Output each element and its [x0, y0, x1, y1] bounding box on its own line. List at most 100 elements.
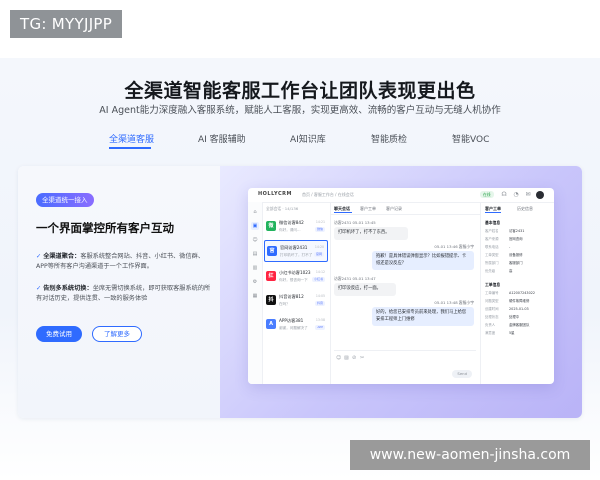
list-item[interactable]: 官 官网访客2431 打印机坏了，打不了 14:20 官网	[264, 240, 328, 262]
active-tab-indicator	[109, 147, 151, 149]
field-row: 满意度 5星	[485, 330, 551, 336]
feature-description: 全渠道统一接入 一个界面掌控所有客户互动 ✓ 全渠道聚合：客服系统整合网站、抖音、…	[18, 166, 220, 418]
watermark-top: TG: MYYJJPP	[10, 10, 123, 38]
headset-icon[interactable]: ☊	[500, 191, 508, 199]
stats-icon[interactable]: ▥	[251, 264, 259, 272]
feature-point-1: ✓ 全渠道聚合：客服系统整合网站、抖音、小红书、微信群、APP等所有客户沟通渠道于…	[36, 252, 214, 272]
tab-history[interactable]: 历史信息	[517, 206, 533, 212]
free-trial-button[interactable]: 免费试用	[36, 326, 82, 342]
conversation-time: 14:12	[315, 270, 325, 274]
conversation-time: 14:20	[314, 245, 324, 249]
conversation-time: 14:05	[315, 294, 325, 298]
chat-tabs: 聊天会话 客户工单 客户记录	[330, 202, 480, 215]
field-label: 工单类型	[485, 253, 499, 257]
field-value: A12007243022	[509, 291, 536, 295]
list-item[interactable]: 微 微信访客842 你好，请问… 14:21 微信	[264, 216, 328, 238]
ticket-icon[interactable]: ▤	[251, 250, 259, 258]
chat-panel: 聊天会话 客户工单 客户记录 访客2431 05-01 13:45 打印机坏了，…	[330, 202, 480, 384]
settings-icon[interactable]: ⚙	[251, 278, 259, 286]
field-row: 处理状态 处理中	[485, 314, 551, 320]
message-meta: 05-01 13:48 客服小宇	[434, 300, 474, 305]
field-row: 工单编号 A12007243022	[485, 290, 551, 296]
list-item[interactable]: A APP访客381 谢谢，问题解决了 13:58 APP	[264, 314, 328, 336]
avatar[interactable]	[536, 191, 544, 199]
conversation-name: 微信访客842	[279, 220, 304, 225]
channel-tag: 抖音	[314, 301, 325, 306]
field-row: 客户姓名 访客2431	[485, 228, 551, 234]
conversation-name: APP访客381	[279, 318, 304, 323]
active-tab-indicator	[334, 212, 352, 213]
field-label: 优先级	[485, 269, 496, 273]
field-value: 高	[509, 269, 513, 273]
conversation-name: 官网访客2431	[280, 245, 308, 250]
tab-records[interactable]: 客户记录	[386, 206, 402, 212]
scissors-icon[interactable]: ✂	[360, 355, 364, 361]
conversation-time: 13:58	[315, 318, 325, 322]
tab-quality-check[interactable]: 智能质检	[371, 132, 407, 145]
feature-tabs: 全渠道客服 AI 客服辅助 AI知识库 智能质检 智能VOC	[95, 132, 505, 150]
xiaohongshu-icon: 红	[266, 271, 276, 281]
tab-omnichannel[interactable]: 全渠道客服	[109, 132, 154, 145]
channel-tag: 微信	[314, 227, 325, 232]
image-icon[interactable]: ▨	[344, 355, 349, 361]
chat-icon[interactable]: ▣	[251, 222, 259, 230]
field-value: 访客2431	[509, 229, 525, 233]
learn-more-button[interactable]: 了解更多	[92, 326, 142, 342]
conversation-preview: 谢谢，问题解决了	[279, 326, 308, 330]
feature-headline: 一个界面掌控所有客户互动	[36, 221, 174, 235]
field-label: 处理状态	[485, 315, 499, 319]
conversation-preview: 打印机坏了，打不了	[280, 253, 313, 257]
field-row: 负责人 金牌客服团队	[485, 322, 551, 328]
website-icon: 官	[267, 246, 277, 256]
tab-ai-knowledge[interactable]: AI知识库	[290, 132, 326, 145]
mail-icon[interactable]: ✉	[524, 191, 532, 199]
conversation-preview: 你好，请问…	[279, 228, 301, 232]
field-value: -	[509, 245, 511, 249]
bell-icon[interactable]: ◔	[512, 191, 520, 199]
field-value: 官网咨询	[509, 237, 523, 241]
field-value: 硬件故障维修	[509, 299, 530, 303]
conversation-name: 抖音访客812	[279, 294, 304, 299]
message-bubble-in: 打印机坏了，打不了东西。	[334, 227, 408, 240]
emoji-icon[interactable]: ☺	[336, 355, 341, 361]
field-value: 2025-01-03	[509, 307, 529, 311]
section-title: 工单信息	[485, 282, 501, 287]
field-label: 所属部门	[485, 261, 499, 265]
active-tab-indicator	[485, 212, 501, 213]
tab-ai-assist[interactable]: AI 客服辅助	[198, 132, 246, 145]
list-item[interactable]: 抖 抖音访客812 在吗？ 14:05 抖音	[264, 290, 328, 312]
status-badge: 在线	[480, 191, 494, 198]
field-label: 联系电话	[485, 245, 499, 249]
app-icon: A	[266, 319, 276, 329]
contacts-icon[interactable]: ☺	[251, 236, 259, 244]
message-bubble-out: 抱歉！是具体错误弹窗显示？比如报错提示、卡纸还是没反应？	[372, 251, 474, 270]
field-row: 工单类型 设备报修	[485, 252, 551, 258]
channel-tag: APP	[315, 325, 325, 330]
message-meta: 访客2431 05-01 13:45	[334, 220, 376, 225]
conversation-preview: 在吗？	[279, 302, 290, 306]
message-composer[interactable]: ☺ ▨ ⊘ ✂ Send	[334, 350, 476, 381]
conversation-preview: 你好，想咨询一下	[279, 278, 308, 282]
nav-rail: ⌂ ▣ ☺ ▤ ▥ ⚙ ▦	[248, 202, 263, 384]
message-bubble-in: 打印没反应，打一面。	[334, 283, 396, 296]
channel-tag: 官网	[313, 252, 324, 257]
list-item[interactable]: 红 小红书访客1023 你好，想咨询一下 14:12 小红书	[264, 266, 328, 288]
field-label: 满意度	[485, 331, 496, 335]
tab-tickets[interactable]: 客户工单	[360, 206, 376, 212]
home-icon[interactable]: ⌂	[251, 208, 259, 216]
conversation-list: 全部会话 · 14/136 微 微信访客842 你好，请问… 14:21 微信 …	[262, 202, 331, 384]
wechat-icon: 微	[266, 221, 276, 231]
book-icon[interactable]: ▦	[251, 292, 259, 300]
breadcrumb: 首页 / 客服工作台 / 在线会话	[302, 192, 354, 197]
app-window: HOLLYCRM 首页 / 客服工作台 / 在线会话 在线 ☊ ◔ ✉ ⌂ ▣ …	[248, 188, 554, 384]
field-value: 设备报修	[509, 253, 523, 257]
message-meta: 访客2431 05-01 13:47	[334, 276, 376, 281]
tab-voc[interactable]: 智能VOC	[452, 132, 489, 145]
attachment-icon[interactable]: ⊘	[352, 355, 356, 361]
section-title: 基本信息	[485, 220, 501, 225]
field-label: 创建时间	[485, 307, 499, 311]
send-button[interactable]: Send	[452, 370, 472, 378]
product-preview: HOLLYCRM 首页 / 客服工作台 / 在线会话 在线 ☊ ◔ ✉ ⌂ ▣ …	[220, 166, 582, 418]
feature-badge: 全渠道统一接入	[36, 193, 94, 207]
field-label: 工单编号	[485, 291, 499, 295]
